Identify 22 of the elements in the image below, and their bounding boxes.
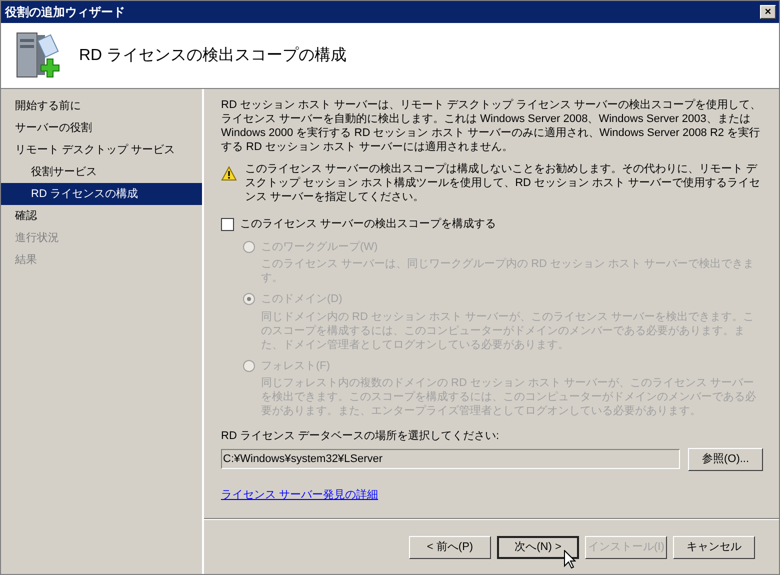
warning-text: このライセンス サーバーの検出スコープは構成しないことをお勧めします。その代わりに、リモート デスクトップ セッション ホスト構成ツールを使用して、RD セッション ホスト サーバーで使用するライセンス サーバーを指定してください。: [245, 162, 762, 204]
page-heading: RD ライセンスの検出スコープの構成: [79, 46, 347, 66]
mouse-cursor-icon: [564, 550, 576, 569]
wizard-button[interactable]: < 前へ(P): [409, 536, 491, 558]
wizard-button[interactable]: キャンセル: [673, 536, 755, 558]
checkbox-label: このライセンス サーバーの検出スコープを構成する: [240, 216, 496, 232]
sidebar-item[interactable]: 開始する前に: [1, 95, 202, 117]
intro-text: RD セッション ホスト サーバーは、リモート デスクトップ ライセンス サーバーの検出スコープを使用して、ライセンス サーバーを自動的に検出します。これは Windows Server 2008、Windows Server 2003、または Windows 2000 を実行する RD セッション ホスト サーバーのみに適用され、Windows Server 2008 R2 を実行する RD セッション ホスト サーバーには適用されません。: [221, 98, 762, 154]
database-label: RD ライセンス データベースの場所を選択してください:: [221, 429, 500, 444]
database-path-field[interactable]: C:¥Windows¥system32¥LServer: [221, 449, 680, 469]
sidebar-item[interactable]: 役割サービス: [1, 161, 202, 183]
warning-icon: [221, 166, 237, 181]
license-discovery-link[interactable]: ライセンス サーバー発見の詳細: [221, 486, 378, 503]
configure-checkbox[interactable]: [221, 218, 234, 231]
sidebar-item[interactable]: リモート デスクトップ サービス: [1, 139, 202, 161]
wizard-button[interactable]: 次へ(N) >: [497, 536, 579, 558]
sidebar-item[interactable]: サーバーの役割: [1, 117, 202, 139]
window-title: 役割の追加ウィザード: [5, 4, 125, 21]
browse-button[interactable]: 参照(O)...: [688, 448, 763, 470]
sidebar-item[interactable]: 確認: [1, 205, 202, 227]
close-button[interactable]: ×: [760, 5, 776, 19]
sidebar-item[interactable]: RD ライセンスの構成: [1, 183, 202, 205]
